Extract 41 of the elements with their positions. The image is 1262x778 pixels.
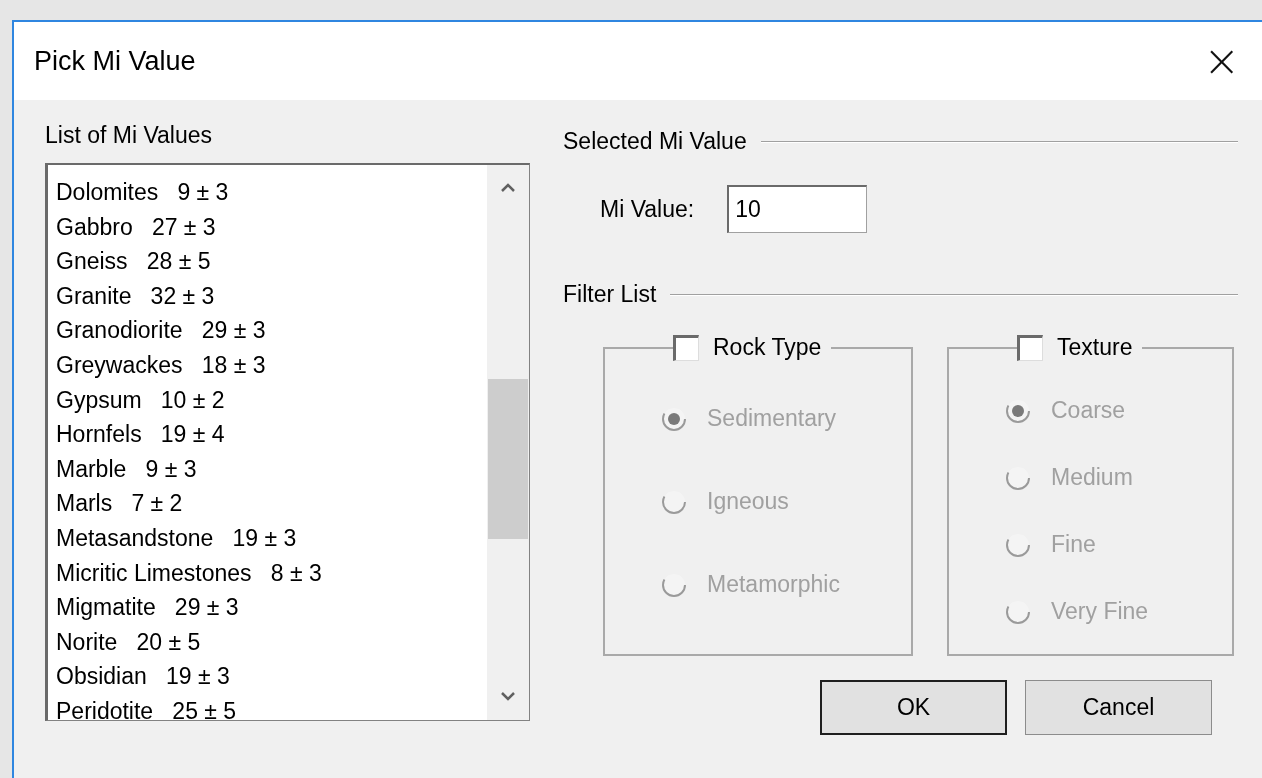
list-item[interactable]: Granodiorite 29 ± 3 xyxy=(56,313,487,348)
list-item[interactable]: Norite 20 ± 5 xyxy=(56,624,487,660)
list-item[interactable]: Dolomites 9 ± 3 xyxy=(56,175,487,210)
cancel-button[interactable]: Cancel xyxy=(1025,680,1212,735)
list-item[interactable]: Gabbro 27 ± 3 xyxy=(56,209,487,245)
list-item[interactable]: Gypsum 10 ± 2 xyxy=(56,382,487,418)
scrollbar[interactable] xyxy=(487,165,529,720)
checkbox-label: Texture xyxy=(1057,334,1133,361)
group-title: Selected Mi Value xyxy=(563,128,747,155)
list-item[interactable]: Metasandstone 19 ± 3 xyxy=(56,520,487,556)
close-button[interactable]: × xyxy=(1197,39,1246,83)
list-item[interactable]: Gneiss 28 ± 5 xyxy=(56,244,487,279)
checkbox[interactable] xyxy=(673,334,699,361)
radio-label: Coarse xyxy=(1051,397,1126,424)
list-item[interactable]: Greywackes 18 ± 3 xyxy=(56,347,487,383)
mi-values-list[interactable] xyxy=(45,163,530,721)
radio-label: Fine xyxy=(1051,531,1096,558)
radio-label: Igneous xyxy=(707,488,789,515)
mi-value-field[interactable]: 10 xyxy=(727,185,868,233)
list-item[interactable]: Migmatite 29 ± 3 xyxy=(56,590,487,625)
scroll-thumb[interactable] xyxy=(488,379,528,539)
list-item[interactable]: Granite 32 ± 3 xyxy=(56,278,487,314)
ok-button[interactable]: OK xyxy=(820,680,1007,735)
radio-label: Very Fine xyxy=(1051,598,1149,625)
checkbox-label: Rock Type xyxy=(713,334,822,361)
list-label: List of Mi Values xyxy=(45,122,214,149)
group-title: Filter List xyxy=(563,281,657,308)
checkbox[interactable] xyxy=(1017,334,1043,361)
list-item[interactable]: Obsidian 19 ± 3 xyxy=(56,659,487,694)
radio-label: Metamorphic xyxy=(707,571,840,598)
window-title: Pick Mi Value xyxy=(34,45,196,77)
list-item[interactable]: Marble 9 ± 3 xyxy=(56,451,487,487)
field-label: Mi Value: xyxy=(600,195,695,223)
scroll-down-icon[interactable] xyxy=(500,691,516,701)
radio-label: Sedimentary xyxy=(707,405,837,432)
list-item[interactable]: Peridotite 25 ± 5 xyxy=(56,693,487,720)
radio-label: Medium xyxy=(1051,464,1133,491)
list-item[interactable]: Micritic Limestones 8 ± 3 xyxy=(56,555,487,591)
list-item[interactable]: Hornfels 19 ± 4 xyxy=(56,417,487,452)
list-item[interactable]: Marls 7 ± 2 xyxy=(56,486,487,521)
scroll-up-icon[interactable] xyxy=(500,183,516,193)
